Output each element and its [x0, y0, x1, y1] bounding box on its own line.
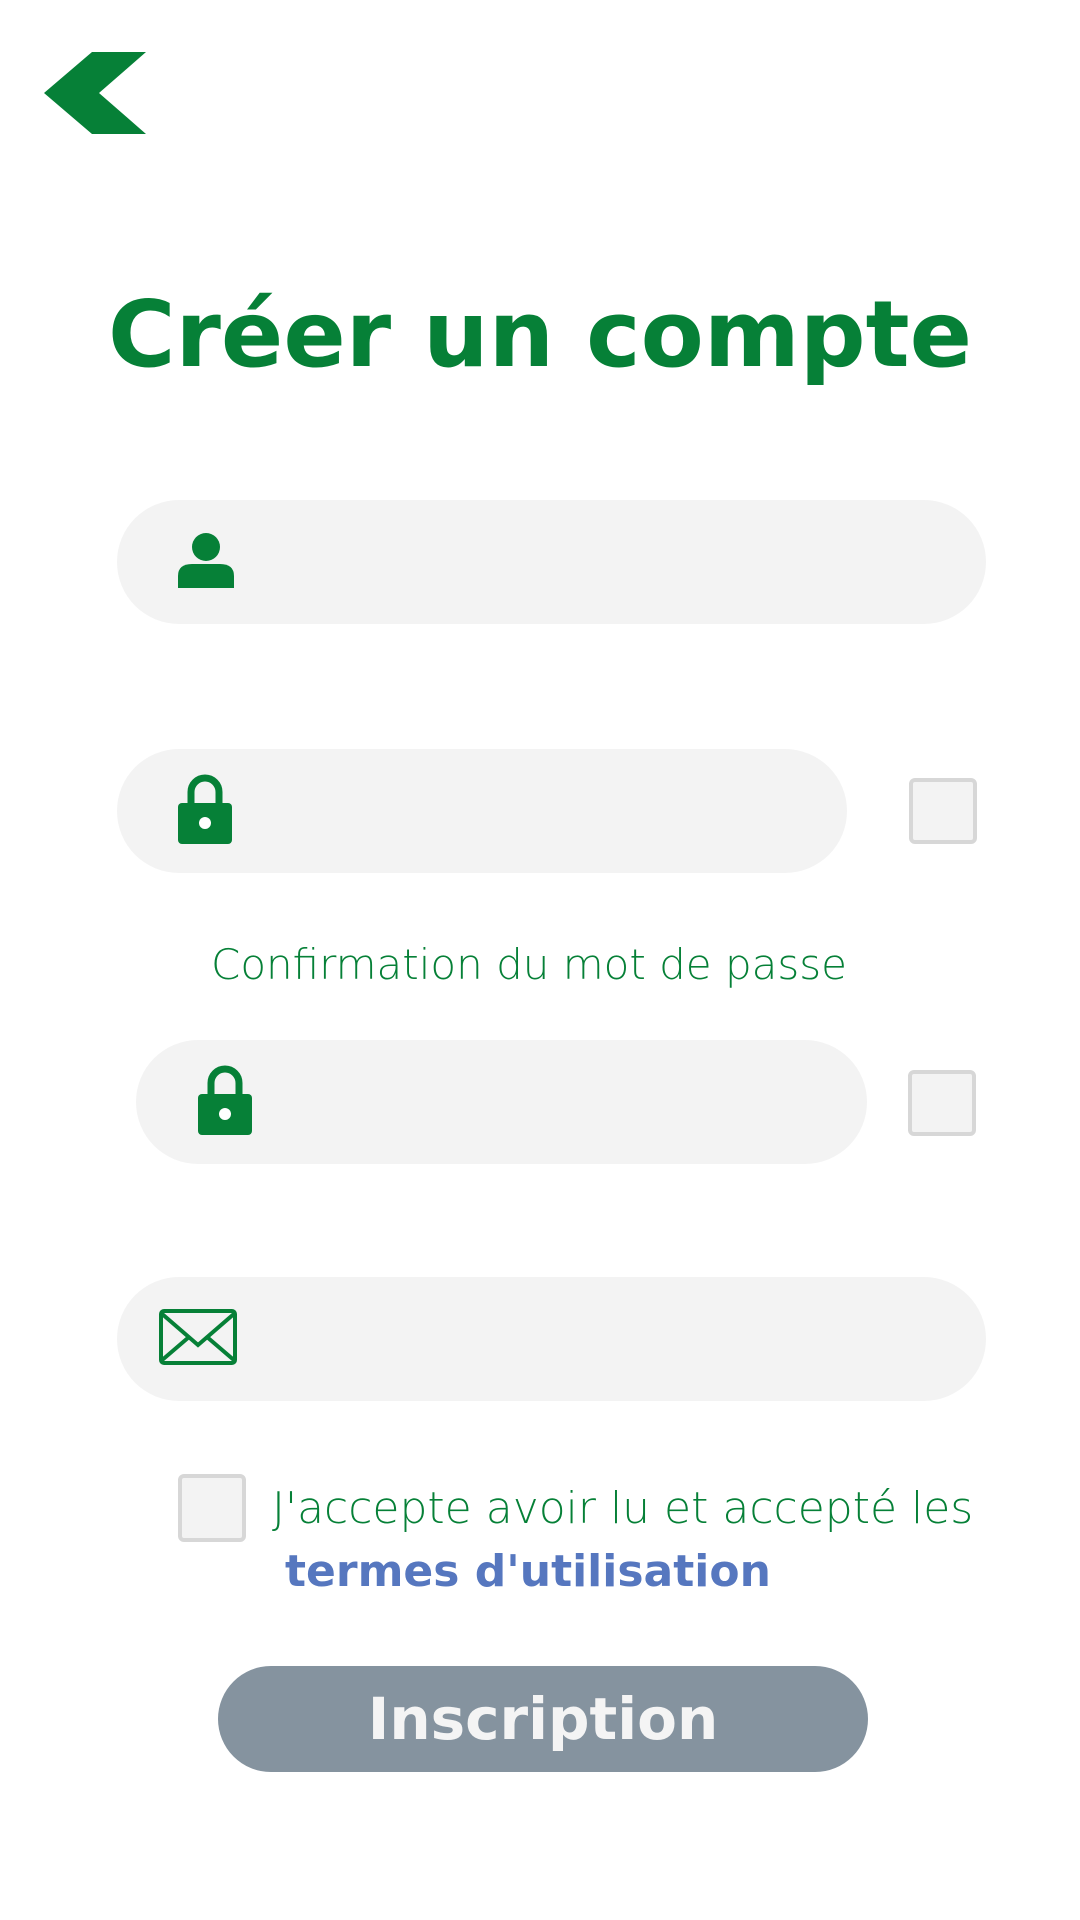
email-input[interactable] — [257, 1277, 946, 1401]
confirm-password-label: Confirmation du mot de passe — [211, 940, 847, 989]
back-button[interactable] — [44, 52, 156, 142]
terms-accept-text: J'accepte avoir lu et accepté les — [272, 1483, 974, 1534]
confirm-password-input[interactable] — [276, 1040, 827, 1164]
terms-checkbox[interactable] — [178, 1474, 246, 1542]
show-confirm-password-checkbox[interactable] — [908, 1070, 976, 1136]
confirm-password-field[interactable] — [136, 1040, 867, 1164]
signup-button[interactable]: Inscription — [218, 1666, 868, 1772]
envelope-icon — [159, 1309, 237, 1369]
username-field[interactable] — [117, 500, 986, 624]
lock-icon — [198, 1065, 252, 1139]
lock-icon — [178, 774, 232, 848]
password-field[interactable] — [117, 749, 847, 873]
username-input[interactable] — [257, 500, 946, 624]
email-field[interactable] — [117, 1277, 986, 1401]
chevron-left-icon — [44, 52, 146, 134]
page-title: Créer un compte — [108, 281, 972, 388]
password-input[interactable] — [257, 749, 807, 873]
show-password-checkbox[interactable] — [909, 778, 977, 844]
user-icon — [178, 532, 234, 592]
terms-link[interactable]: termes d'utilisation — [285, 1541, 771, 1603]
